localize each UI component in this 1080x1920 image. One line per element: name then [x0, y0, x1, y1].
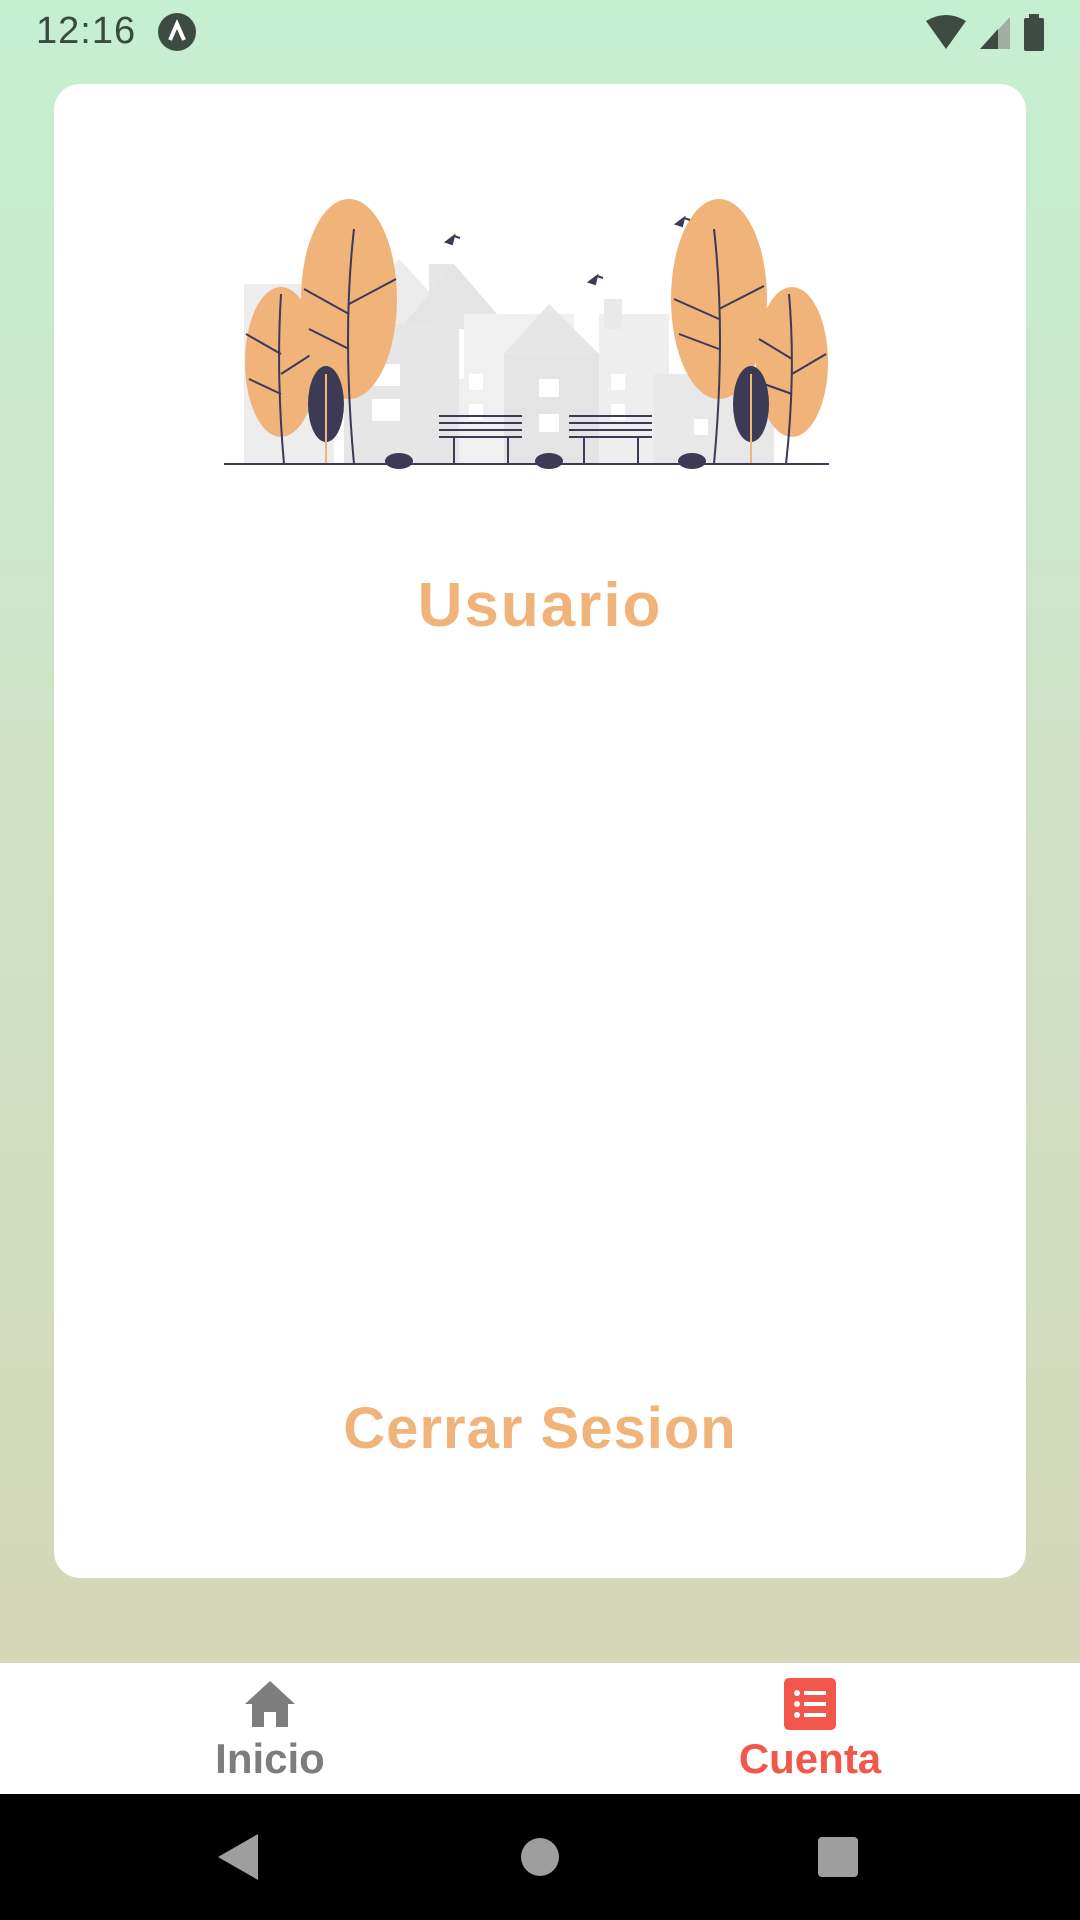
city-park-illustration	[224, 199, 829, 469]
home-icon	[243, 1677, 297, 1731]
logout-button[interactable]: Cerrar Sesion	[340, 1384, 740, 1474]
tab-cuenta-label: Cuenta	[738, 1735, 882, 1782]
wifi-icon	[924, 15, 968, 56]
home-circle-icon[interactable]	[520, 1832, 560, 1887]
user-title: Usuario	[417, 571, 663, 640]
recents-icon[interactable]	[817, 1832, 859, 1887]
app-notification-icon	[158, 13, 196, 51]
bottom-nav: Inicio Cuenta	[0, 1663, 1080, 1794]
tab-inicio-label: Inicio	[215, 1735, 325, 1782]
list-icon	[784, 1677, 836, 1731]
system-nav-bar	[0, 1794, 1080, 1920]
status-icons	[924, 14, 1046, 57]
tab-inicio[interactable]: Inicio	[0, 1663, 540, 1794]
back-icon[interactable]	[216, 1832, 260, 1887]
status-time: 12:16	[36, 10, 137, 52]
status-bar: 12:16	[0, 0, 1080, 64]
tab-cuenta[interactable]: Cuenta	[540, 1663, 1080, 1794]
battery-icon	[1022, 14, 1046, 57]
signal-icon	[978, 15, 1012, 56]
profile-card: Usuario Cerrar Sesion	[54, 84, 1026, 1578]
